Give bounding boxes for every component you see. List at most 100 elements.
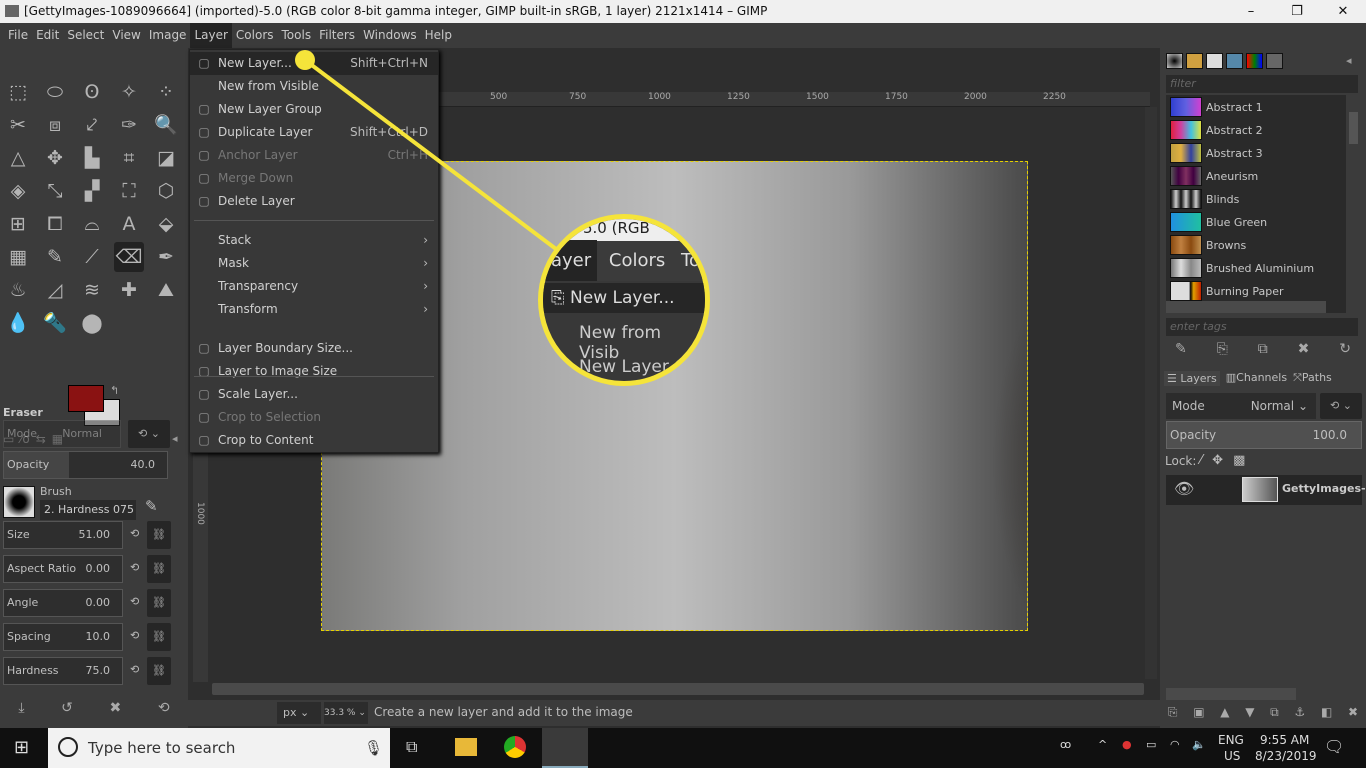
menu-item-new-from-visible[interactable]: New from Visible [190,75,438,98]
ink-tool-icon[interactable]: ♨ [3,275,33,305]
perspective-tool-icon[interactable]: ⌓ [77,209,107,239]
menu-item-merge-down[interactable]: ▢ Merge Down [190,167,438,190]
new-layer-icon[interactable]: ⎘ [1168,705,1178,720]
layer-mode-reset[interactable]: ⟲ ⌄ [1320,393,1362,419]
menu-edit[interactable]: Edit [32,23,63,48]
lower-layer-icon[interactable]: ▼ [1245,705,1254,720]
visibility-eye-icon[interactable]: 👁 [1174,479,1194,498]
gradient-swatch[interactable] [1170,258,1202,278]
blend-tool-icon[interactable]: ▦ [3,242,33,272]
menu-item-mask[interactable]: Mask › [190,252,438,275]
menu-view[interactable]: View [108,23,144,48]
taskbar-search-box[interactable]: Type here to search 🎙 [48,728,390,768]
gradient-name[interactable]: Abstract 3 [1206,147,1263,160]
menu-item-crop-to-selection[interactable]: ▢ Crop to Selection [190,406,438,429]
opacity-slider[interactable]: Opacity 40.0 [3,451,168,479]
paintbrush-tool-icon[interactable]: ⟋ [77,242,107,272]
gradient-name[interactable]: Burning Paper [1206,285,1283,298]
mypaint-tool-icon[interactable]: ◿ [40,275,70,305]
reset-icon[interactable]: ⟲ [130,527,139,540]
menu-item-transform[interactable]: Transform › [190,298,438,321]
save-options-icon[interactable]: ⤓ [18,700,24,716]
fuzzy-select-tool-icon[interactable]: ✧ [114,77,144,107]
size-slider[interactable]: Size 51.00 [3,521,123,549]
microphone-icon[interactable]: 🎙 [364,728,383,768]
gradient-list-scrollbar[interactable] [1349,112,1358,144]
menu-windows[interactable]: Windows [359,23,421,48]
link-chain-icon[interactable]: ⛓ [147,589,171,617]
volume-icon[interactable]: 🔈 [1192,738,1206,751]
delete-gradient-icon[interactable]: ✖ [1298,341,1310,357]
new-gradient-icon[interactable]: ⎘ [1217,341,1228,357]
dodge-tool-icon[interactable]: 🔦 [40,308,70,338]
new-layer-group-icon[interactable]: ▣ [1193,705,1204,720]
crop-tool-icon[interactable]: ⌗ [114,143,144,173]
clone-tool-icon[interactable]: ✚ [114,275,144,305]
tab-gradients-icon[interactable] [1246,53,1263,69]
foreground-color-swatch[interactable] [68,385,104,412]
maximize-button[interactable]: ❐ [1274,0,1320,23]
rect-select-tool-icon[interactable]: ⬚ [3,77,33,107]
gradient-name[interactable]: Aneurism [1206,170,1258,183]
gradient-filter-input[interactable]: filter [1166,75,1358,93]
vertical-scrollbar[interactable] [1145,107,1157,679]
layer-opacity-slider[interactable]: Opacity 100.0 [1166,421,1362,449]
reset-icon[interactable]: ⟲ [130,595,139,608]
gradient-name[interactable]: Abstract 1 [1206,101,1263,114]
panel-menu-icon[interactable]: ◂ [1346,54,1352,67]
mode-select[interactable]: Mode Normal [3,420,121,448]
duplicate-gradient-icon[interactable]: ⧉ [1258,341,1268,357]
perspective-clone-tool-icon[interactable]: ⬤ [77,308,107,338]
gradient-swatch[interactable] [1170,281,1202,301]
task-view-icon[interactable]: ⧉ [406,737,417,757]
menu-item-new-layer-group[interactable]: ▢ New Layer Group [190,98,438,121]
tab-fonts-icon[interactable] [1206,53,1223,69]
chrome-icon[interactable] [504,736,526,758]
menu-select[interactable]: Select [63,23,108,48]
gradient-swatch[interactable] [1170,143,1202,163]
angle-slider[interactable]: Angle 0.00 [3,589,123,617]
menu-image[interactable]: Image [145,23,191,48]
brush-name-field[interactable]: 2. Hardness 075 [40,500,136,520]
edit-gradient-icon[interactable]: ✎ [1175,341,1187,357]
tab-paths[interactable]: ⤧Paths [1293,371,1332,386]
tab-patterns-icon[interactable] [1186,53,1203,69]
text-tool-icon[interactable]: A [114,209,144,239]
eraser-tool-icon[interactable]: ⌫ [114,242,144,272]
link-chain-icon[interactable]: ⛓ [147,521,171,549]
delete-layer-icon[interactable]: ✖ [1348,705,1358,720]
rotate-tool-icon[interactable]: ◈ [3,176,33,206]
unit-select[interactable]: px ⌄ [277,702,321,724]
refresh-gradients-icon[interactable]: ↻ [1339,341,1351,357]
link-chain-icon[interactable]: ⛓ [147,623,171,651]
edit-brush-icon[interactable]: ✎ [145,497,158,515]
lock-position-icon[interactable]: ✥ [1212,453,1223,468]
hardness-slider[interactable]: Hardness 75.0 [3,657,123,685]
tab-layers[interactable]: ☰ Layers [1164,371,1220,386]
tab-channels[interactable]: ▥Channels [1226,371,1287,386]
gradient-horizontal-scrollbar[interactable] [1166,301,1326,313]
airbrush-tool-icon[interactable]: ✒ [151,242,181,272]
tab-images-icon[interactable] [1226,53,1243,69]
network-error-icon[interactable]: ● [1122,738,1132,751]
mask-icon[interactable]: ◧ [1321,705,1332,720]
restore-options-icon[interactable]: ↺ [61,700,73,716]
clock-time[interactable]: 9:55 AM [1260,733,1309,747]
gradient-swatch[interactable] [1170,189,1202,209]
show-hidden-icons[interactable]: ^ [1098,738,1107,751]
menu-item-crop-to-content[interactable]: ▢ Crop to Content [190,429,438,452]
spacing-slider[interactable]: Spacing 10.0 [3,623,123,651]
menu-item-delete-layer[interactable]: ▢ Delete Layer [190,190,438,213]
layer-row[interactable]: 👁 GettyImages- [1166,475,1366,505]
zoom-tool-icon[interactable]: 🔍 [151,110,181,140]
horizontal-scrollbar[interactable] [212,683,1144,695]
gradient-name[interactable]: Blue Green [1206,216,1267,229]
gimp-taskbar-button[interactable] [542,728,588,768]
raise-layer-icon[interactable]: ▲ [1220,705,1229,720]
menu-item-transparency[interactable]: Transparency › [190,275,438,298]
menu-item-new-layer[interactable]: ▢ New Layer... Shift+Ctrl+N [190,52,438,75]
smudge-tool-icon[interactable]: ⛰ [151,275,181,305]
clock-date[interactable]: 8/23/2019 [1255,749,1317,763]
unified-transform-tool-icon[interactable]: ◪ [151,143,181,173]
brush-preview[interactable] [3,486,35,518]
